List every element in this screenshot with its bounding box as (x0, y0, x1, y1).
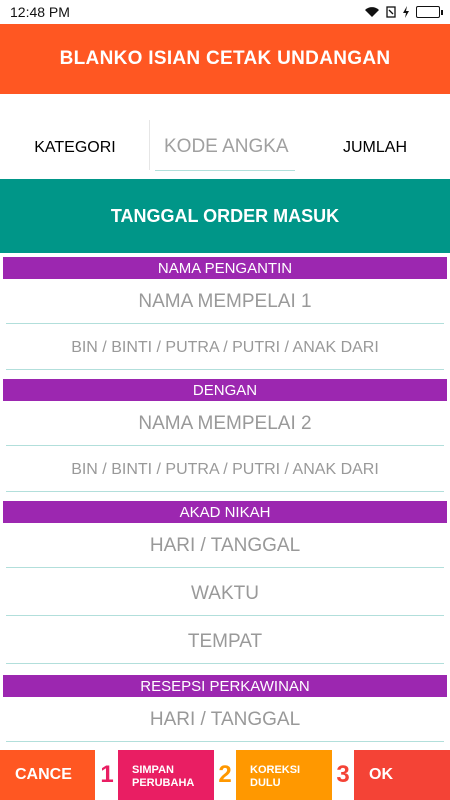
resepsi-hari-tanggal-field[interactable]: HARI / TANGGAL (6, 698, 444, 742)
bottom-action-bar: CANCE 1 SIMPAN PERUBAHA 2 KOREKSI DULU 3… (0, 750, 450, 800)
cancel-button[interactable]: CANCE (0, 750, 95, 800)
app-bar: BLANKO ISIAN CETAK UNDANGAN (0, 24, 450, 94)
status-icons (364, 6, 443, 18)
bin-binti-2-field[interactable]: BIN / BINTI / PUTRA / PUTRI / ANAK DARI (6, 448, 444, 492)
nama-mempelai-2-field[interactable]: NAMA MEMPELAI 2 (6, 402, 444, 446)
nama-mempelai-1-field[interactable]: NAMA MEMPELAI 1 (6, 280, 444, 324)
koreksi-dulu-button[interactable]: KOREKSI DULU (236, 750, 332, 800)
jumlah-button[interactable]: JUMLAH (300, 118, 450, 178)
simpan-perubahan-button[interactable]: SIMPAN PERUBAHA (118, 750, 214, 800)
wifi-icon (365, 7, 379, 17)
kode-angka-input[interactable] (155, 123, 295, 171)
divider (149, 120, 150, 170)
order-header-row: KATEGORI JUMLAH (0, 118, 450, 178)
charging-icon (403, 6, 409, 18)
bin-binti-1-field[interactable]: BIN / BINTI / PUTRA / PUTRI / ANAK DARI (6, 326, 444, 370)
akad-hari-tanggal-field[interactable]: HARI / TANGGAL (6, 524, 444, 568)
step-number-1: 1 (96, 750, 118, 800)
step-number-2: 2 (214, 750, 236, 800)
ok-button[interactable]: OK (354, 750, 450, 800)
section-header-dengan: DENGAN (3, 379, 447, 401)
section-header-akad-nikah: AKAD NIKAH (3, 501, 447, 523)
section-header-resepsi: RESEPSI PERKAWINAN (3, 675, 447, 697)
status-bar: 12:48 PM (0, 0, 450, 24)
kategori-button[interactable]: KATEGORI (0, 118, 150, 178)
battery-icon (416, 6, 443, 18)
step-number-3: 3 (332, 750, 354, 800)
status-time: 12:48 PM (10, 4, 70, 20)
page-title: BLANKO ISIAN CETAK UNDANGAN (59, 48, 391, 69)
akad-tempat-field[interactable]: TEMPAT (6, 620, 444, 664)
akad-waktu-field[interactable]: WAKTU (6, 572, 444, 616)
tanggal-order-masuk-button[interactable]: TANGGAL ORDER MASUK (0, 179, 450, 253)
sim-empty-icon (386, 6, 396, 18)
section-header-nama-pengantin: NAMA PENGANTIN (3, 257, 447, 279)
